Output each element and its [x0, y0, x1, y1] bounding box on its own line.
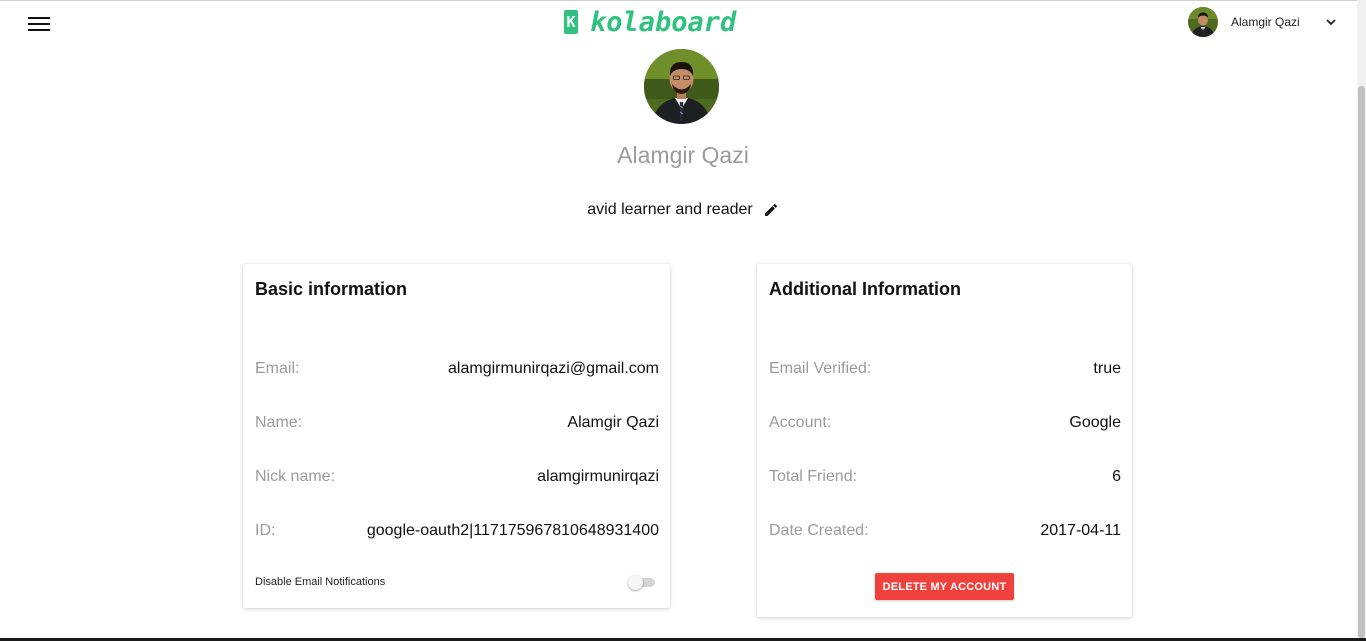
row-label: Name: — [255, 414, 303, 431]
email-notifications-row: Disable Email Notifications — [255, 572, 656, 592]
card-title: Basic information — [255, 279, 408, 299]
date-created-row: Date Created: 2017-04-11 — [769, 520, 1121, 542]
id-row: ID: google-oauth2|117175967810648931400 — [255, 520, 659, 542]
toggle-knob — [628, 575, 643, 590]
row-label: ID: — [255, 522, 276, 539]
row-value: Google — [1069, 414, 1121, 431]
delete-account-button[interactable]: DELETE MY ACCOUNT — [875, 573, 1014, 600]
account-row: Account: Google — [769, 412, 1121, 434]
additional-information-card: Additional Information Email Verified: t… — [757, 264, 1132, 617]
row-value: alamgirmunirqazi@gmail.com — [448, 360, 659, 377]
app-header: K kolaboard Alamgir Qazi — [0, 1, 1357, 47]
row-label: Email Verified: — [769, 360, 872, 377]
email-notifications-toggle[interactable] — [628, 575, 656, 590]
name-row: Name: Alamgir Qazi — [255, 412, 659, 434]
notifications-label: Disable Email Notifications — [255, 576, 386, 588]
row-label: Total Friend: — [769, 468, 858, 485]
nickname-row: Nick name: alamgirmunirqazi — [255, 466, 659, 488]
row-value: Alamgir Qazi — [567, 414, 659, 431]
user-menu[interactable]: Alamgir Qazi — [1188, 7, 1338, 37]
profile-name: Alamgir Qazi — [617, 142, 749, 168]
profile-avatar — [644, 49, 719, 124]
user-name: Alamgir Qazi — [1231, 15, 1300, 29]
bio-row: avid learner and reader — [0, 201, 1366, 219]
email-verified-row: Email Verified: true — [769, 358, 1121, 380]
scrollbar[interactable] — [1357, 0, 1366, 641]
row-value: google-oauth2|117175967810648931400 — [366, 522, 659, 539]
pencil-icon[interactable] — [763, 202, 779, 218]
row-label: Nick name: — [255, 468, 336, 485]
menu-icon[interactable] — [28, 17, 50, 33]
row-value: 6 — [1112, 468, 1121, 485]
profile-bio: avid learner and reader — [587, 201, 753, 218]
avatar[interactable] — [1188, 7, 1218, 37]
scrollbar-thumb[interactable] — [1358, 86, 1365, 638]
logo-mark: K — [564, 10, 578, 34]
row-label: Date Created: — [769, 522, 869, 539]
row-label: Account: — [769, 414, 832, 431]
row-value: 2017-04-11 — [1040, 522, 1121, 539]
row-value: alamgirmunirqazi — [537, 468, 659, 485]
logo-text: kolaboard — [590, 6, 737, 38]
card-title: Additional Information — [769, 279, 961, 299]
logo[interactable]: K kolaboard — [564, 6, 736, 38]
chevron-down-icon[interactable] — [1324, 15, 1338, 29]
email-row: Email: alamgirmunirqazi@gmail.com — [255, 358, 659, 380]
row-value: true — [1093, 360, 1121, 377]
row-label: Email: — [255, 360, 300, 377]
total-friend-row: Total Friend: 6 — [769, 466, 1121, 488]
basic-information-card: Basic information Email: alamgirmunirqaz… — [243, 264, 670, 608]
